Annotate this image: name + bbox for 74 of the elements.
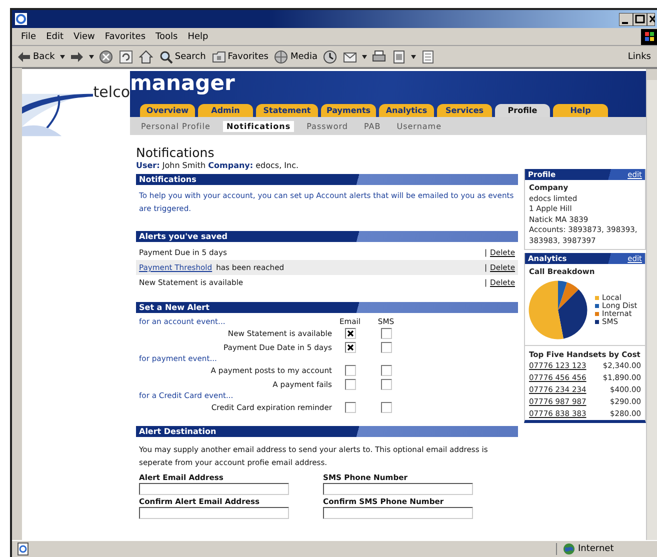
nav-tab[interactable]: Admin [198,104,253,117]
search-icon [158,50,173,64]
menu-item[interactable]: File [16,32,42,42]
checkbox[interactable] [344,342,356,352]
input-field[interactable] [139,483,289,495]
mail-icon[interactable] [343,50,358,64]
nav-tab[interactable]: Help [553,104,608,117]
caret-icon[interactable] [88,54,94,58]
page-title: Notifications [136,145,216,160]
menu-item[interactable]: Favorites [100,32,151,42]
toolbar-button[interactable]: Search [158,50,207,64]
nav-tab[interactable]: Statement [256,104,318,117]
logo-text: manager [130,71,236,95]
checkbox[interactable] [344,402,356,412]
folder-icon [212,50,226,64]
sub-tab[interactable]: Notifications [223,120,294,132]
section-header: Set a New Alert [136,302,518,313]
checkbox[interactable] [344,364,356,376]
section-header: Notifications [136,174,518,185]
checkbox[interactable] [380,342,392,352]
menu-item[interactable]: Tools [150,32,183,42]
minimize-icon[interactable] [619,12,633,26]
checkbox[interactable] [380,364,392,376]
nav-tab[interactable]: Services [437,104,492,117]
user-info: User: John Smith Company: edocs, Inc. [136,161,300,170]
check-mark-icon [346,344,354,350]
caret-icon[interactable] [60,54,65,58]
links-button[interactable]: Links [628,52,657,62]
menu-item[interactable]: Edit [41,32,68,42]
input-field[interactable] [323,507,473,519]
checkbox[interactable] [344,378,356,390]
clock-icon[interactable] [323,50,338,64]
sub-tab[interactable]: Username [394,120,445,132]
forward-arrow-icon[interactable] [70,50,84,62]
nav-tab[interactable]: Overview [140,104,195,117]
checkbox[interactable] [380,378,392,390]
printer-icon[interactable] [372,50,386,64]
home-icon[interactable] [138,50,153,64]
nav-tab[interactable]: Payments [321,104,376,117]
checkbox[interactable] [344,328,356,338]
section-header: Alert Destination [136,426,518,437]
toolbar-button[interactable]: Favorites [210,50,270,64]
section-header: Alerts you've saved [136,231,518,242]
toolbar-button[interactable]: Back [16,50,56,62]
globe-icon [563,543,575,555]
nav-tab[interactable]: Profile [495,104,550,117]
caret-icon[interactable] [362,54,368,58]
maximize-icon[interactable] [633,12,647,26]
zone-label: Internet [578,544,614,554]
globe-icon [274,50,288,64]
sub-tab[interactable]: Personal Profile [138,120,214,132]
nav-tab[interactable]: Analytics [379,104,434,117]
logo-text: telco [93,83,130,101]
stop-icon[interactable] [98,50,113,64]
back-arrow-icon [17,50,31,62]
scrollbar[interactable] [646,69,657,540]
sub-tab[interactable]: PAB [360,120,384,132]
menu-item[interactable]: View [68,32,100,42]
browser-icon [14,12,28,26]
input-field[interactable] [323,483,473,495]
checkbox[interactable] [380,402,392,412]
refresh-icon[interactable] [118,50,133,64]
windows-logo-icon [641,28,657,44]
toolbar-button[interactable]: Media [273,50,318,64]
check-mark-icon [346,330,354,336]
checkbox[interactable] [380,328,392,338]
page-edit-icon[interactable] [392,50,406,64]
close-icon[interactable] [647,12,655,26]
document-icon[interactable] [421,50,436,64]
sub-tab[interactable]: Password [304,120,351,132]
pie-chart-drawing [527,279,589,341]
menu-item[interactable]: Help [182,32,214,42]
caret-icon[interactable] [411,54,416,58]
input-field[interactable] [139,507,289,519]
